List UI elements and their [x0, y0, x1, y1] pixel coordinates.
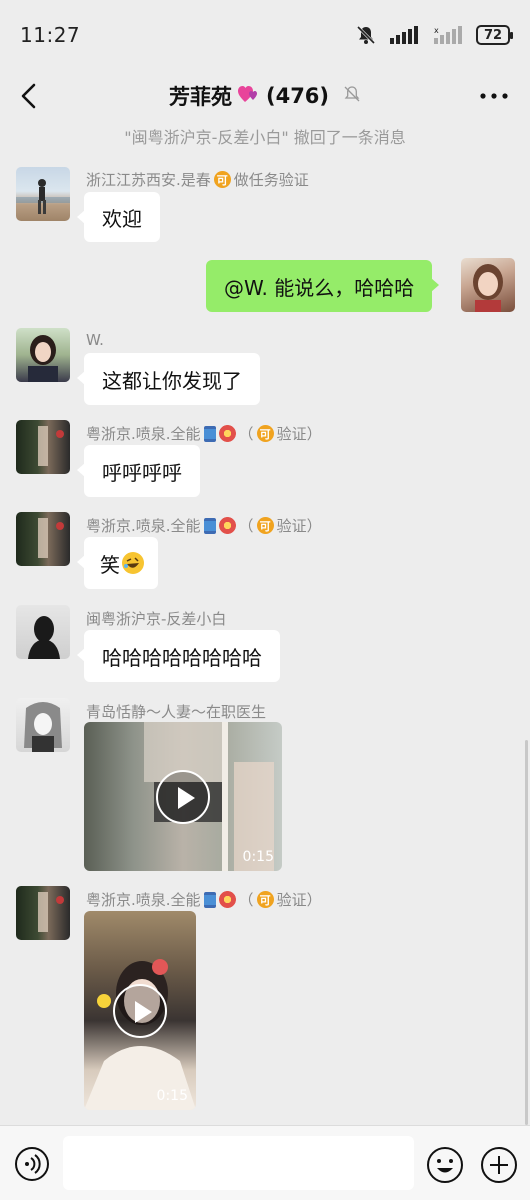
status-icons: x 72: [356, 25, 513, 45]
battery-indicator: 72: [476, 25, 513, 45]
signal-2-icon: x: [434, 26, 462, 44]
message-bubble[interactable]: 这都让你发现了: [77, 353, 260, 405]
avatar[interactable]: [16, 420, 70, 474]
sender-name: W.: [86, 331, 104, 349]
coin-badge-icon: 可: [256, 517, 274, 534]
sender-name-text: 粤浙京.喷泉.全能: [86, 891, 201, 909]
chat-header: 芳菲苑 (476): [0, 70, 530, 122]
message-bubble[interactable]: 欢迎: [77, 192, 160, 242]
sender-name: 粤浙京.喷泉.全能 （ 可 验证）: [86, 515, 322, 536]
sender-name: 青岛恬静～人妻～在职医生: [86, 701, 266, 722]
member-count: (476): [265, 84, 330, 108]
sender-name-suffix: 做任务验证: [233, 171, 309, 189]
play-icon[interactable]: [113, 983, 167, 1038]
sender-tag-open: （: [238, 517, 254, 535]
message-text: 这都让你发现了: [102, 368, 242, 393]
signal-icon: [390, 26, 420, 44]
voice-icon[interactable]: [14, 1146, 50, 1182]
mute-icon: [356, 25, 376, 45]
flower-icon: [218, 425, 236, 442]
message-list[interactable]: "闽粤浙沪京-反差小白" 撤回了一条消息 浙江江苏西安.是春 可 做任务验证 欢…: [0, 122, 530, 1125]
sender-name-text: 青岛恬静～人妻～在职医生: [86, 703, 267, 721]
coin-badge-icon: 可: [256, 891, 274, 908]
sender-name: 粤浙京.喷泉.全能 （ 可 验证）: [86, 423, 322, 444]
back-icon[interactable]: [16, 80, 46, 112]
scrollbar[interactable]: [525, 740, 528, 1125]
video-duration: 0:15: [242, 849, 274, 865]
message-bubble[interactable]: 笑: [77, 537, 158, 589]
spool-icon: [203, 891, 216, 908]
sender-name-text: W.: [86, 331, 104, 349]
more-icon[interactable]: [478, 84, 510, 108]
status-time: 11:27: [20, 23, 81, 47]
avatar[interactable]: [16, 698, 70, 752]
play-icon[interactable]: [156, 769, 210, 824]
recall-notice: "闽粤浙沪京-反差小白" 撤回了一条消息: [124, 128, 406, 147]
avatar[interactable]: [16, 512, 70, 566]
message-text: 呼呼呼呼: [102, 460, 182, 485]
sender-name-text: 闽粤浙沪京-反差小白: [86, 610, 227, 628]
avatar[interactable]: [16, 167, 70, 221]
message-text: 欢迎: [102, 206, 142, 231]
message-bubble[interactable]: 呼呼呼呼: [77, 445, 200, 497]
message-text: 哈哈哈哈哈哈哈哈: [102, 645, 262, 670]
sender-tag: 验证）: [276, 891, 322, 909]
sender-name: 粤浙京.喷泉.全能 （ 可 验证）: [86, 889, 322, 910]
video-message[interactable]: 0:15: [84, 911, 196, 1110]
self-message-bubble[interactable]: @W. 能说么，哈哈哈: [206, 260, 440, 312]
sender-name: 闽粤浙沪京-反差小白: [86, 608, 226, 629]
message-text: 笑: [100, 552, 120, 577]
chat-title-group[interactable]: 芳菲苑 (476): [169, 81, 361, 111]
message-text: @W. 能说么，哈哈哈: [224, 275, 415, 300]
hearts-icon: [237, 84, 260, 109]
bell-off-icon: [343, 85, 361, 107]
sender-name-text: 浙江江苏西安.是春: [86, 171, 211, 189]
sender-tag-open: （: [238, 425, 254, 443]
sender-tag: 验证）: [276, 425, 322, 443]
coin-badge-icon: 可: [213, 171, 231, 188]
message-bubble[interactable]: 哈哈哈哈哈哈哈哈: [77, 630, 280, 682]
rofl-emoji-icon: [122, 552, 144, 574]
sender-tag: 验证）: [276, 517, 322, 535]
svg-text:x: x: [434, 26, 439, 35]
video-message[interactable]: 0:15: [84, 722, 282, 871]
emoji-icon[interactable]: [426, 1146, 464, 1184]
spool-icon: [203, 517, 216, 534]
plus-icon[interactable]: [480, 1146, 518, 1184]
sender-name-text: 粤浙京.喷泉.全能: [86, 517, 201, 535]
avatar[interactable]: [16, 605, 70, 659]
flower-icon: [218, 517, 236, 534]
avatar[interactable]: [16, 886, 70, 940]
status-bar: 11:27 x 72: [0, 0, 530, 70]
input-bar: [0, 1125, 530, 1200]
self-avatar[interactable]: [461, 258, 515, 312]
coin-badge-icon: 可: [256, 425, 274, 442]
chat-title: 芳菲苑: [168, 85, 232, 109]
message-input[interactable]: [63, 1136, 414, 1190]
sender-name-text: 粤浙京.喷泉.全能: [86, 425, 201, 443]
avatar[interactable]: [16, 328, 70, 382]
spool-icon: [203, 425, 216, 442]
flower-icon: [218, 891, 236, 908]
sender-name: 浙江江苏西安.是春 可 做任务验证: [86, 169, 309, 190]
sender-tag-open: （: [238, 891, 254, 909]
video-duration: 0:15: [156, 1088, 188, 1104]
